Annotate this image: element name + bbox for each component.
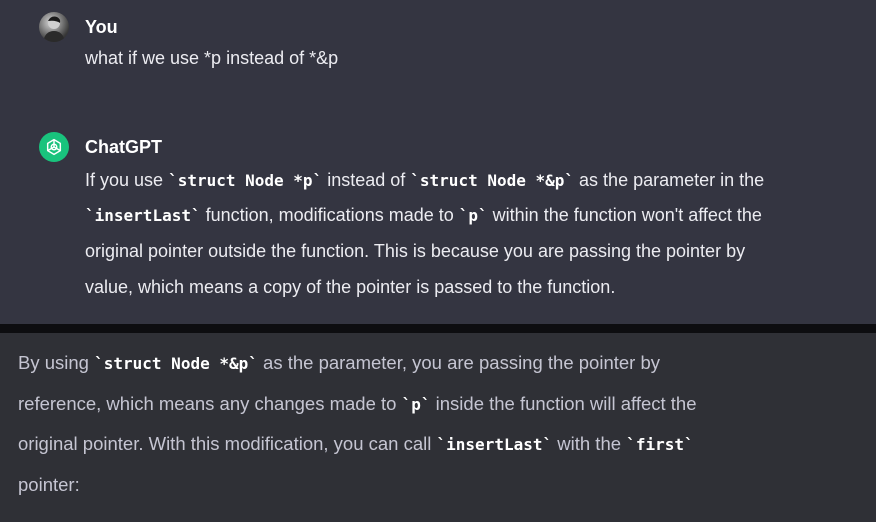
text-segment: If you use [85, 170, 169, 190]
user-message-text: what if we use *p instead of *&p [85, 48, 339, 68]
inline-code: first [635, 435, 684, 454]
inline-code: p [468, 206, 479, 225]
inline-code: struct Node *&p [419, 171, 565, 190]
continuation-line-2: reference, which means any changes made … [18, 392, 697, 414]
text-segment: as the parameter, you are passing the po… [257, 352, 660, 373]
assistant-line-2: `insertLast` function, modifications mad… [85, 205, 762, 225]
inline-code: struct Node *&p [103, 354, 249, 373]
inline-code: insertLast [446, 435, 543, 454]
continuation-line-1: By using `struct Node *&p` as the parame… [18, 352, 660, 373]
assistant-line-4: value, which means a copy of the pointer… [85, 277, 616, 297]
continuation-line-3: original pointer. With this modification… [18, 433, 694, 454]
text-segment: within the function won't affect the [487, 205, 762, 225]
openai-logo-icon [39, 132, 69, 162]
inline-code: p [411, 394, 421, 414]
text-segment: as the parameter in the [574, 170, 765, 190]
text-segment: inside the function will affect the [430, 392, 697, 414]
user-author-name: You [85, 16, 118, 37]
assistant-line-1: If you use `struct Node *p` instead of `… [85, 170, 765, 190]
text-segment: original pointer. With this modification… [18, 433, 437, 454]
assistant-author-name: ChatGPT [85, 136, 163, 157]
inline-code: struct Node *p [177, 171, 313, 190]
continuation-text: By using `struct Node *&p` as the parame… [18, 343, 863, 504]
user-message-header: You [39, 12, 118, 42]
user-avatar [39, 12, 69, 42]
user-avatar-icon [43, 16, 65, 42]
assistant-message-header: ChatGPT [39, 132, 162, 162]
inline-code: insertLast [94, 206, 191, 225]
panel-divider [0, 324, 876, 333]
text-segment: with the [552, 433, 627, 454]
assistant-line-3: original pointer outside the function. T… [85, 241, 746, 261]
text-segment: By using [18, 352, 95, 373]
text-segment: reference, which means any changes made … [18, 392, 402, 414]
text-segment: instead of [322, 170, 411, 190]
text-segment: function, modifications made to [200, 205, 459, 225]
continuation-line-4: pointer: [18, 473, 80, 495]
